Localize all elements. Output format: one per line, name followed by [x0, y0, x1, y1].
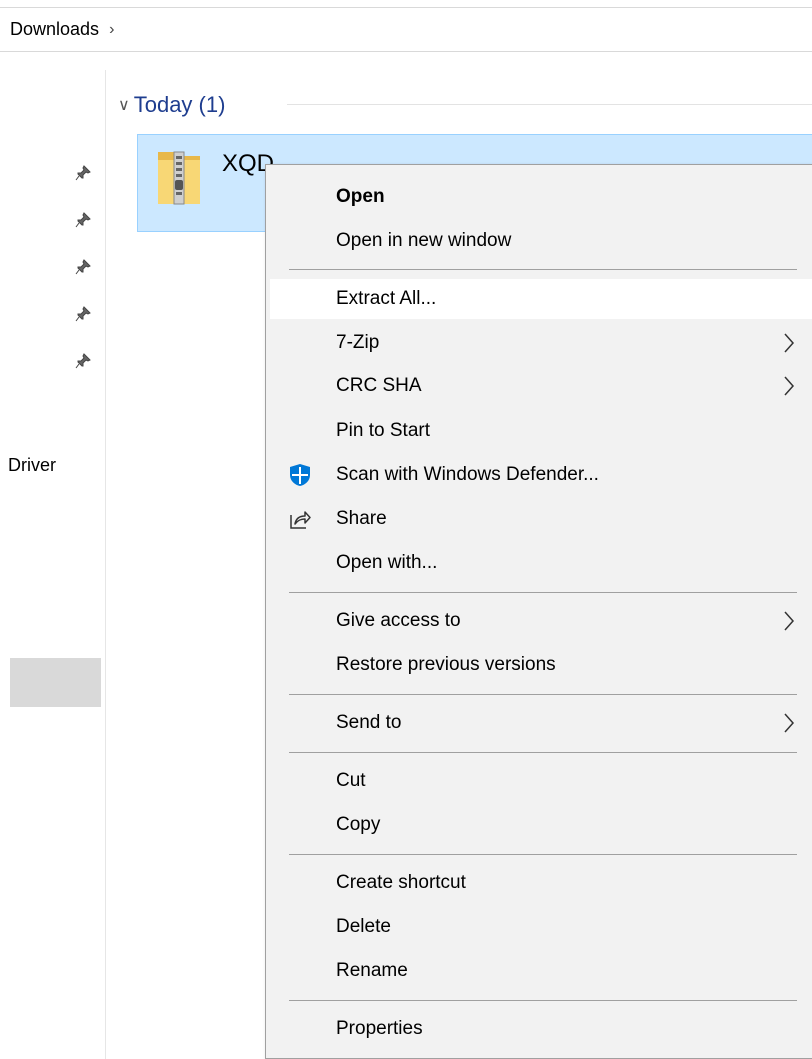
context-menu: Open Open in new window Extract All... 7…	[265, 164, 812, 1059]
submenu-arrow-icon	[784, 611, 795, 631]
windows-defender-icon	[290, 464, 310, 486]
menu-item-label: Cut	[336, 770, 366, 791]
pane-divider[interactable]	[105, 70, 106, 1059]
menu-item-label: Share	[336, 508, 387, 529]
menu-item-create-shortcut[interactable]: Create shortcut	[270, 863, 812, 903]
menu-item-label: Open	[336, 186, 385, 207]
menu-item-label: Send to	[336, 712, 402, 733]
group-divider	[287, 104, 812, 105]
menu-item-send-to[interactable]: Send to	[270, 703, 812, 743]
menu-item-open-in-new-window[interactable]: Open in new window	[270, 221, 812, 261]
menu-separator	[289, 592, 797, 593]
menu-item-label: Rename	[336, 960, 408, 981]
menu-item-open[interactable]: Open	[270, 177, 812, 217]
submenu-arrow-icon	[784, 376, 795, 396]
menu-item-label: Properties	[336, 1018, 423, 1039]
menu-item-label: Create shortcut	[336, 872, 466, 893]
menu-separator	[289, 752, 797, 753]
menu-item-label: Open in new window	[336, 230, 512, 251]
menu-item-properties[interactable]: Properties	[270, 1009, 812, 1049]
menu-item-delete[interactable]: Delete	[270, 907, 812, 947]
pin-icon[interactable]	[73, 257, 93, 277]
menu-item-label: Open with...	[336, 552, 438, 573]
menu-item-copy[interactable]: Copy	[270, 805, 812, 845]
pin-icon[interactable]	[73, 210, 93, 230]
menu-item-cut[interactable]: Cut	[270, 761, 812, 801]
menu-item-crc-sha[interactable]: CRC SHA	[270, 366, 812, 406]
menu-item-give-access-to[interactable]: Give access to	[270, 601, 812, 641]
share-icon	[290, 511, 311, 529]
pin-icon[interactable]	[73, 351, 93, 371]
nav-item-driver[interactable]: Driver	[8, 455, 56, 476]
menu-item-restore-previous-versions[interactable]: Restore previous versions	[270, 645, 812, 685]
window-top-edge	[0, 0, 812, 8]
menu-separator	[289, 694, 797, 695]
menu-item-pin-to-start[interactable]: Pin to Start	[270, 411, 812, 451]
breadcrumb-chevron-icon[interactable]: ›	[109, 21, 114, 39]
group-header-today[interactable]: ∨ Today (1)	[118, 90, 225, 120]
menu-item-label: 7-Zip	[336, 332, 380, 353]
breadcrumb[interactable]: Downloads ›	[0, 8, 812, 52]
menu-item-scan-windows-defender[interactable]: Scan with Windows Defender...	[270, 455, 812, 495]
collapse-caret-icon[interactable]: ∨	[118, 95, 130, 115]
pin-icon[interactable]	[73, 163, 93, 183]
menu-item-share[interactable]: Share	[270, 499, 812, 539]
menu-item-label: Give access to	[336, 610, 461, 631]
menu-item-label: Delete	[336, 916, 391, 937]
menu-item-7zip[interactable]: 7-Zip	[270, 323, 812, 363]
group-title: Today (1)	[133, 92, 226, 117]
menu-item-label: Pin to Start	[336, 420, 430, 441]
pin-icon[interactable]	[73, 304, 93, 324]
menu-separator	[289, 1000, 797, 1001]
menu-item-label: Copy	[336, 814, 381, 835]
submenu-arrow-icon	[784, 713, 795, 733]
submenu-arrow-icon	[784, 333, 795, 353]
menu-separator	[289, 854, 797, 855]
menu-item-open-with[interactable]: Open with...	[270, 543, 812, 583]
menu-item-rename[interactable]: Rename	[270, 951, 812, 991]
menu-item-label: Restore previous versions	[336, 654, 556, 675]
navigation-pane	[0, 52, 105, 1059]
nav-item-selected[interactable]	[10, 658, 101, 707]
menu-item-label: Extract All...	[336, 288, 437, 309]
breadcrumb-downloads[interactable]: Downloads	[10, 19, 99, 40]
menu-item-label: Scan with Windows Defender...	[336, 464, 599, 485]
menu-item-extract-all[interactable]: Extract All...	[270, 279, 812, 319]
menu-item-label: CRC SHA	[336, 375, 422, 396]
menu-separator	[289, 269, 797, 270]
zip-folder-icon[interactable]	[154, 146, 204, 208]
